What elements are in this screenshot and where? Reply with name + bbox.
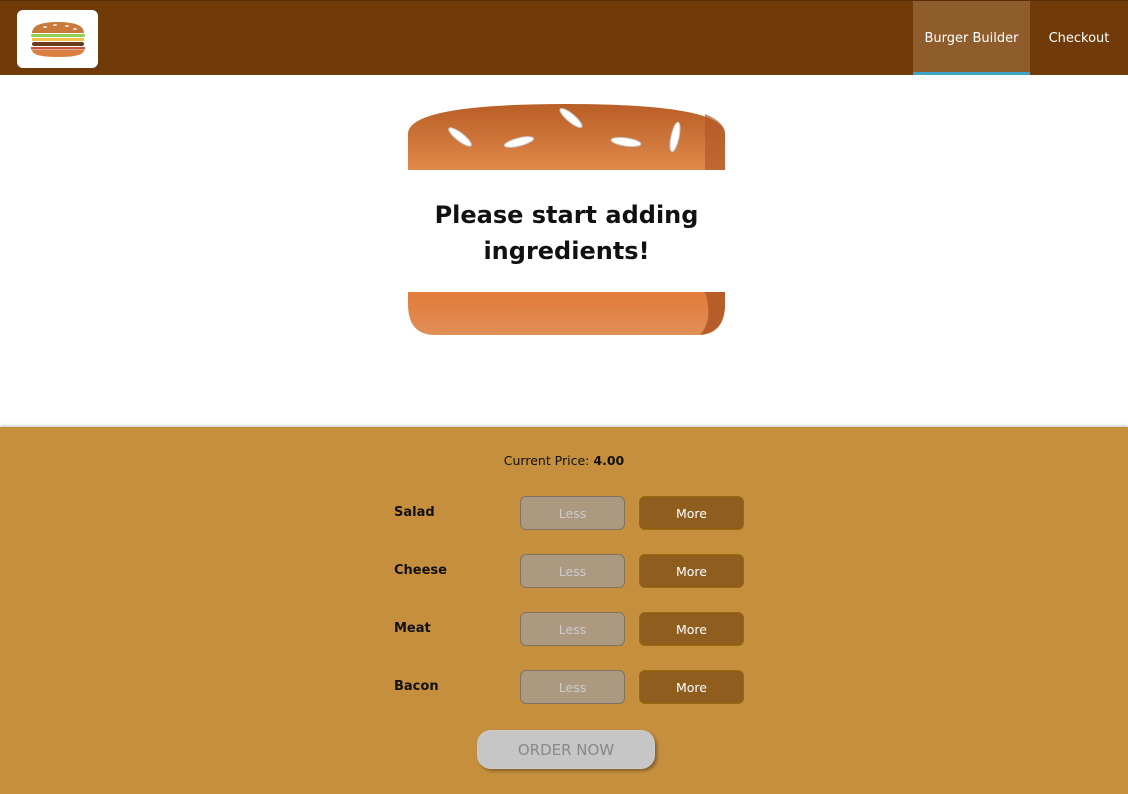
cheese-more-button[interactable]: More [639, 554, 744, 588]
salad-less-button[interactable]: Less [520, 496, 625, 530]
ingredient-label: Salad [394, 505, 435, 520]
build-controls: Current Price: 4.00 Salad Less More Chee… [0, 427, 1128, 794]
price-label: Current Price: [503, 453, 590, 468]
salad-more-button[interactable]: More [639, 496, 744, 530]
current-price: Current Price: 4.00 [0, 453, 1128, 468]
burger-preview: Please start adding ingredients! [0, 75, 1128, 427]
build-control-meat: Meat Less More [394, 612, 754, 646]
ingredient-label: Cheese [394, 563, 447, 578]
meat-less-button[interactable]: Less [520, 612, 625, 646]
ingredient-label: Bacon [394, 679, 439, 694]
price-value: 4.00 [593, 453, 625, 468]
build-control-cheese: Cheese Less More [394, 554, 754, 588]
bacon-more-button[interactable]: More [639, 670, 744, 704]
build-control-salad: Salad Less More [394, 496, 754, 530]
meat-more-button[interactable]: More [639, 612, 744, 646]
nav-checkout[interactable]: Checkout [1030, 1, 1128, 76]
logo[interactable] [17, 10, 98, 68]
ingredient-label: Meat [394, 621, 431, 636]
bread-bottom-icon [408, 292, 725, 335]
burger-logo-icon [30, 22, 85, 57]
cheese-less-button[interactable]: Less [520, 554, 625, 588]
toolbar: Burger Builder Checkout [0, 0, 1128, 76]
nav-burger-builder[interactable]: Burger Builder [913, 1, 1030, 76]
bread-top-icon [408, 104, 725, 170]
build-control-bacon: Bacon Less More [394, 670, 754, 704]
bacon-less-button[interactable]: Less [520, 670, 625, 704]
order-now-button[interactable]: ORDER NOW [477, 730, 655, 769]
main-nav: Burger Builder Checkout [913, 1, 1128, 76]
empty-burger-message: Please start adding ingredients! [434, 201, 699, 265]
